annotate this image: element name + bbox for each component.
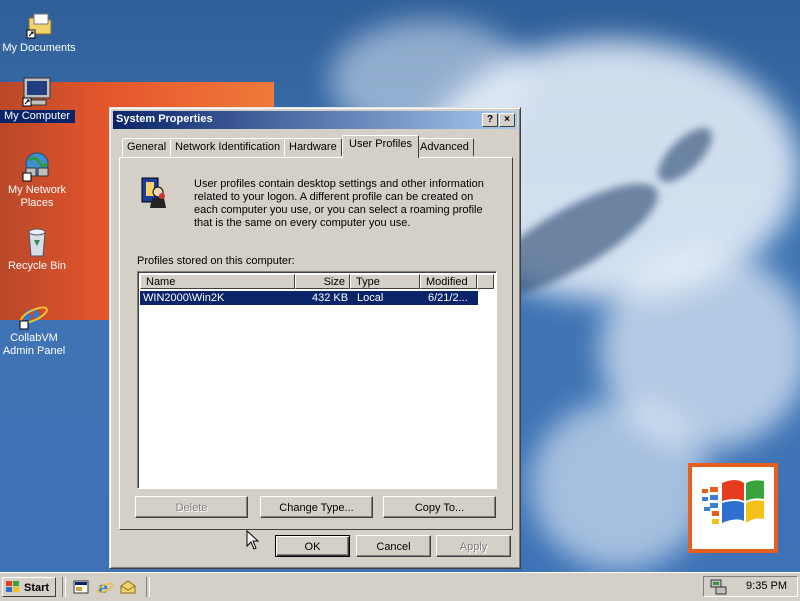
internet-explorer-icon[interactable]: e <box>96 578 114 597</box>
recycle-bin-icon <box>21 226 53 258</box>
column-header-filler <box>477 274 494 289</box>
windows-logo <box>688 463 778 553</box>
system-properties-dialog[interactable]: System Properties ? × General Network Id… <box>109 107 521 569</box>
tab-network-identification[interactable]: Network Identification <box>170 138 286 156</box>
desktop-icon-recycle-bin[interactable]: Recycle Bin <box>0 226 75 273</box>
outlook-express-icon[interactable] <box>119 578 137 596</box>
close-button[interactable]: × <box>499 113 515 127</box>
profiles-list[interactable]: Name Size Type Modified WIN2000\Win2K 43… <box>137 271 497 489</box>
table-row[interactable]: WIN2000\Win2K 432 KB Local 6/21/2... <box>140 291 478 305</box>
my-computer-icon <box>21 76 53 108</box>
change-type-button[interactable]: Change Type... <box>260 496 373 518</box>
dialog-title: System Properties <box>116 113 213 125</box>
mouse-cursor-icon <box>246 529 260 550</box>
delete-button[interactable]: Delete <box>135 496 248 518</box>
desktop-icon-my-computer[interactable]: My Computer <box>0 76 75 123</box>
windows-flag-icon <box>6 581 19 592</box>
desktop-icon-label: My Computer <box>0 110 75 123</box>
tab-general[interactable]: General <box>122 138 172 156</box>
desktop-icon-label: My Network Places <box>7 184 67 209</box>
tab-advanced[interactable]: Advanced <box>415 138 474 156</box>
help-button[interactable]: ? <box>482 113 498 127</box>
cancel-button[interactable]: Cancel <box>356 535 431 557</box>
taskbar: Start e 9:35 PM <box>0 572 800 601</box>
start-label: Start <box>24 582 50 594</box>
start-button[interactable]: Start <box>2 577 56 597</box>
show-desktop-icon[interactable] <box>72 578 90 596</box>
my-documents-icon <box>23 8 55 40</box>
apply-button[interactable]: Apply <box>436 535 511 557</box>
copy-to-button[interactable]: Copy To... <box>383 496 496 518</box>
profile-name: WIN2000\Win2K <box>143 292 225 304</box>
ok-button[interactable]: OK <box>275 535 350 557</box>
tab-hardware[interactable]: Hardware <box>284 138 342 156</box>
desktop-icon-label: CollabVM Admin Panel <box>2 332 66 357</box>
internet-explorer-icon: e <box>18 298 50 331</box>
taskbar-separator <box>62 577 66 597</box>
profiles-description: User profiles contain desktop settings a… <box>194 178 484 229</box>
network-places-icon <box>21 150 53 182</box>
user-profiles-icon <box>138 176 170 210</box>
desktop-icon-my-documents[interactable]: My Documents <box>1 8 77 55</box>
clock[interactable]: 9:35 PM <box>746 577 787 596</box>
desktop-icon-collabvm-admin-panel[interactable]: e CollabVM Admin Panel <box>0 298 72 358</box>
system-tray: 9:35 PM <box>703 576 798 597</box>
column-header-size[interactable]: Size <box>295 274 350 289</box>
profile-modified: 6/21/2... <box>428 292 468 304</box>
profile-size: 432 KB <box>312 292 349 304</box>
dialog-titlebar[interactable]: System Properties ? × <box>113 111 517 129</box>
column-header-modified[interactable]: Modified <box>420 274 477 289</box>
profile-type: Local <box>357 292 384 304</box>
desktop-icon-label: My Documents <box>2 42 76 54</box>
column-header-name[interactable]: Name <box>140 274 295 289</box>
desktop-icon-label: Recycle Bin <box>7 260 67 272</box>
network-status-icon[interactable] <box>710 578 728 596</box>
taskbar-separator <box>146 577 150 597</box>
user-profiles-panel: User profiles contain desktop settings a… <box>119 157 513 530</box>
column-header-type[interactable]: Type <box>350 274 420 289</box>
windows-flag-icon <box>702 480 764 524</box>
profiles-label: Profiles stored on this computer: <box>137 255 295 267</box>
tab-user-profiles[interactable]: User Profiles <box>342 135 419 158</box>
desktop-icon-my-network-places[interactable]: My Network Places <box>0 150 75 210</box>
